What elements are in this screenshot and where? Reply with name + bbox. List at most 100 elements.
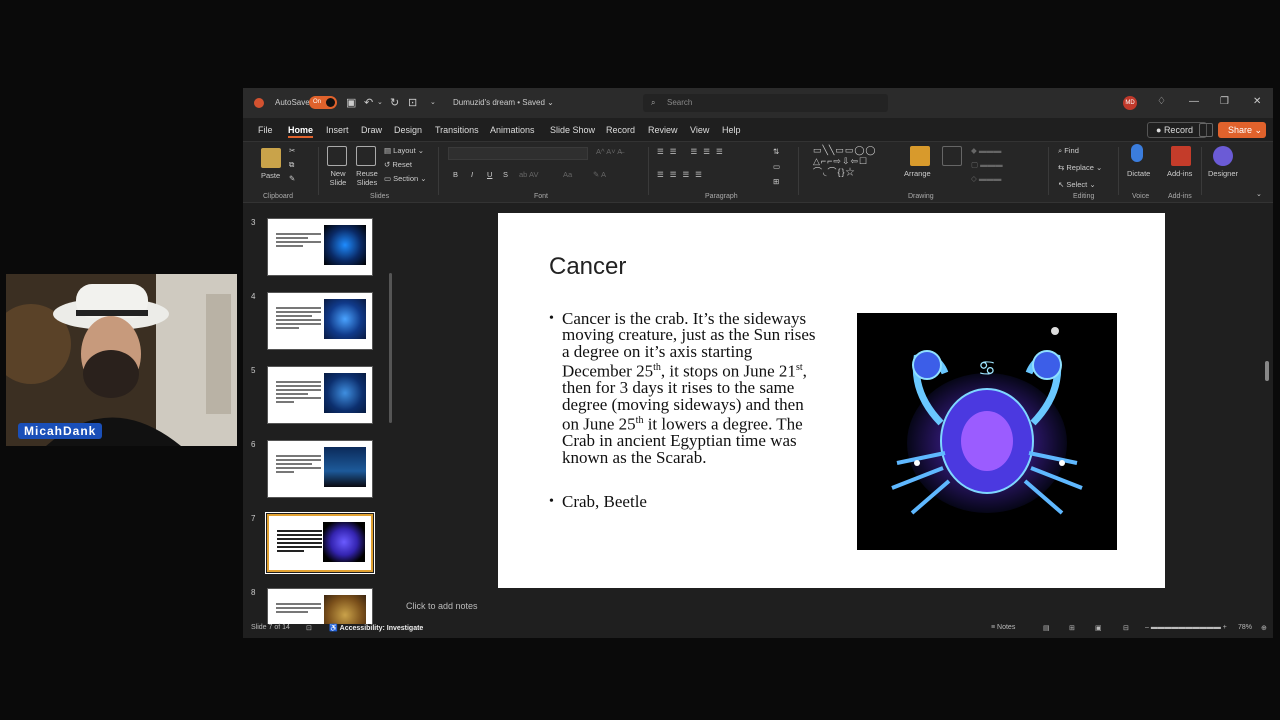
zoom-level[interactable]: 78% <box>1238 624 1252 631</box>
undo-dropdown-icon[interactable]: ⌄ <box>377 98 383 106</box>
arrange-icon[interactable] <box>910 146 930 166</box>
slide-thumbnail-6[interactable] <box>267 440 373 498</box>
align-text-icon[interactable]: ▭ <box>773 162 780 171</box>
tab-record[interactable]: Record <box>606 125 635 135</box>
strikethrough-icon[interactable]: S <box>503 170 508 179</box>
font-size-increase-icon[interactable]: A^ A˅ A̶ <box>596 147 622 156</box>
cut-icon[interactable]: ✂ <box>289 146 295 155</box>
customize-toolbar-icon[interactable]: ⌄ <box>430 98 436 106</box>
record-button[interactable]: ● Record <box>1147 122 1207 138</box>
avatar[interactable]: MD <box>1123 96 1137 110</box>
tab-design[interactable]: Design <box>394 125 422 135</box>
group-font-label: Font <box>534 193 549 200</box>
notes-button[interactable]: ≡ Notes <box>991 624 1015 631</box>
slide-title[interactable]: Cancer <box>549 253 626 281</box>
align-icons[interactable]: ☰☰☰☰ <box>657 170 708 179</box>
undo-icon[interactable]: ↶ <box>364 96 373 109</box>
layout-label: Layout <box>393 146 416 155</box>
tab-transitions[interactable]: Transitions <box>435 125 479 135</box>
fit-slide-icon[interactable]: ⊕ <box>1261 624 1267 632</box>
present-icon[interactable]: ⊡ <box>408 96 417 109</box>
reset-button[interactable]: ↺ Reset <box>384 160 412 169</box>
spacing-icon[interactable]: ab AV <box>519 170 538 179</box>
slideshow-view-icon[interactable]: ⊟ <box>1123 624 1129 632</box>
shapes-gallery[interactable]: ▭╲╲▭▭◯◯ △⌐⌐⇨⇩⇦☐ ⌒◟⌒{}☆ <box>813 145 877 178</box>
zoom-slider[interactable]: – ▬▬▬▬▬▬▬▬▬▬ + <box>1145 624 1227 631</box>
copy-icon[interactable]: ⧉ <box>289 160 294 170</box>
microphone-icon[interactable] <box>1131 144 1143 162</box>
save-icon[interactable]: ▣ <box>346 96 356 109</box>
dictate-label[interactable]: Dictate <box>1127 169 1150 178</box>
quick-styles-icon[interactable] <box>942 146 962 166</box>
find-button[interactable]: ⌕ Find <box>1058 146 1079 156</box>
close-icon[interactable]: ✕ <box>1253 96 1261 107</box>
slide-thumbnail-4[interactable] <box>267 292 373 350</box>
tab-slide-show[interactable]: Slide Show <box>550 125 595 135</box>
smartart-icon[interactable]: ⊞ <box>773 177 779 186</box>
tab-file[interactable]: File <box>258 125 273 135</box>
section-button[interactable]: ▭ Section ⌄ <box>384 174 427 183</box>
new-slide-label[interactable]: New Slide <box>323 169 353 187</box>
slide-sorter-icon[interactable]: ⊞ <box>1069 624 1075 632</box>
layout-button[interactable]: ▤ Layout ⌄ <box>384 146 424 155</box>
document-title[interactable]: Dumuzid's dream • Saved ⌄ <box>453 98 554 107</box>
comments-icon[interactable] <box>1199 123 1213 137</box>
tab-review[interactable]: Review <box>648 125 678 135</box>
font-family-select[interactable] <box>448 147 588 160</box>
search-box[interactable]: ⌕ Search <box>643 94 888 112</box>
tab-animations[interactable]: Animations <box>490 125 535 135</box>
thumb-text-lines <box>276 233 321 249</box>
reading-view-icon[interactable]: ▣ <box>1095 624 1102 632</box>
slide-canvas[interactable]: Cancer Cancer is the crab. It’s the side… <box>498 213 1165 588</box>
ribbon-collapse-icon[interactable]: ⌄ <box>1256 190 1262 198</box>
tab-home[interactable]: Home <box>288 125 314 138</box>
tab-help[interactable]: Help <box>722 125 741 135</box>
thumbnails-scrollbar[interactable] <box>388 208 393 626</box>
slide-thumbnail-7[interactable] <box>265 512 375 574</box>
tab-insert[interactable]: Insert <box>326 125 349 135</box>
replace-button[interactable]: ⇆ Replace ⌄ <box>1058 163 1102 172</box>
text-direction-icon[interactable]: ⇅ <box>773 147 779 156</box>
reuse-slides-label[interactable]: Reuse Slides <box>353 169 381 187</box>
addins-label[interactable]: Add-ins <box>1167 169 1192 178</box>
slide-thumbnail-8[interactable] <box>267 588 373 624</box>
spell-check-icon[interactable]: ⊡ <box>306 624 312 632</box>
paste-icon[interactable] <box>261 148 281 168</box>
notes-placeholder[interactable]: Click to add notes <box>406 601 478 611</box>
new-slide-icon[interactable] <box>327 146 347 166</box>
tab-view[interactable]: View <box>690 125 709 135</box>
format-painter-icon[interactable]: ✎ <box>289 174 295 183</box>
shape-outline-icon[interactable]: ▢ ▬▬▬ <box>971 160 1003 169</box>
autosave-toggle[interactable]: On <box>309 96 337 109</box>
shape-fill-icon[interactable]: ◆ ▬▬▬ <box>971 146 1001 155</box>
slide-scrollbar[interactable] <box>1263 213 1271 588</box>
highlight-icon[interactable]: ✎ A <box>593 170 606 179</box>
accessibility-status[interactable]: ♿ Accessibility: Investigate <box>329 624 423 632</box>
bold-icon[interactable]: B <box>453 170 458 179</box>
cancer-crab-image[interactable]: ♋ <box>857 313 1117 550</box>
redo-icon[interactable]: ↻ <box>390 96 399 109</box>
lightbulb-icon[interactable]: ♢ <box>1157 96 1166 107</box>
slide-thumbnail-5[interactable] <box>267 366 373 424</box>
select-label: Select <box>1066 180 1088 189</box>
share-button[interactable]: Share ⌄ <box>1218 122 1266 138</box>
list-icons[interactable]: ☰☰ ☰☰☰ <box>657 147 729 156</box>
designer-label[interactable]: Designer <box>1208 169 1238 178</box>
shape-effects-icon[interactable]: ◇ ▬▬▬ <box>971 174 1001 183</box>
restore-icon[interactable]: ❐ <box>1220 96 1229 107</box>
normal-view-icon[interactable]: ▤ <box>1043 624 1050 632</box>
italic-icon[interactable]: I <box>471 170 473 179</box>
underline-icon[interactable]: U <box>487 170 492 179</box>
tab-draw[interactable]: Draw <box>361 125 382 135</box>
designer-icon[interactable] <box>1213 146 1233 166</box>
reuse-slides-icon[interactable] <box>356 146 376 166</box>
change-case-icon[interactable]: Aa <box>563 170 572 179</box>
accessibility-label: Accessibility: Investigate <box>339 625 424 632</box>
thumb-text-lines <box>276 603 321 615</box>
minimize-icon[interactable]: — <box>1189 96 1199 107</box>
select-button[interactable]: ↖ Select ⌄ <box>1058 180 1096 189</box>
arrange-label[interactable]: Arrange <box>904 169 931 178</box>
slide-body-text[interactable]: Cancer is the crab. It’s the sideways mo… <box>549 310 824 511</box>
addins-icon[interactable] <box>1171 146 1191 166</box>
slide-thumbnail-3[interactable] <box>267 218 373 276</box>
